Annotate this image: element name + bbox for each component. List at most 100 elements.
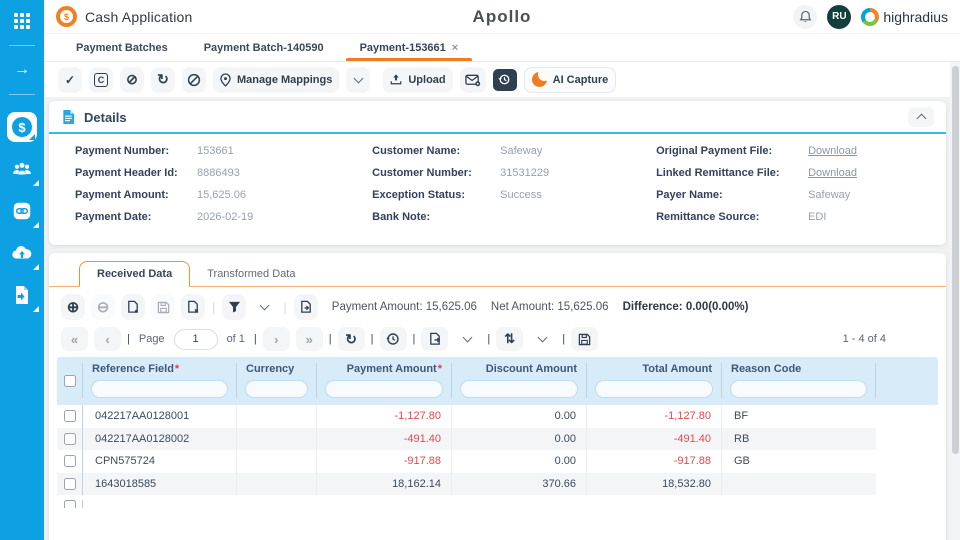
close-tab-icon[interactable]: × — [452, 42, 458, 54]
details-header: Details — [49, 101, 946, 134]
field-label: Payer Name: — [656, 189, 723, 201]
link-icon — [13, 202, 31, 220]
save-grid-button[interactable] — [151, 294, 175, 320]
grid-history-button[interactable] — [379, 327, 407, 351]
refresh-grid-button[interactable]: ↻ — [337, 327, 365, 351]
page-number-input[interactable] — [173, 328, 218, 350]
download-link[interactable]: Download — [808, 145, 857, 158]
chevron-down-icon — [353, 73, 364, 83]
filter-reference-input[interactable] — [91, 380, 228, 398]
row-checkbox[interactable] — [63, 432, 76, 445]
row-checkbox[interactable] — [63, 477, 76, 490]
filter-total-amount-input[interactable] — [595, 380, 713, 398]
received-data-panel: Received Data Transformed Data ⊕ ⊖ | | P… — [49, 253, 946, 540]
table-row[interactable]: 042217AA0128001 -1,127.80 0.00 -1,127.80… — [57, 405, 876, 428]
tab-received-data[interactable]: Received Data — [79, 261, 191, 287]
filter-button[interactable] — [222, 294, 247, 320]
apps-grid-icon[interactable] — [7, 6, 37, 36]
tab-payment-batch-140590[interactable]: Payment Batch-140590 — [186, 34, 342, 61]
first-page-button[interactable]: « — [61, 327, 88, 351]
copy-grid-button[interactable] — [293, 294, 318, 320]
column-header-total-amount[interactable]: Total Amount — [587, 363, 721, 375]
table-row[interactable]: CPN575724 -917.88 0.00 -917.88 GB — [57, 450, 876, 473]
received-data-grid: Reference Field* Currency Payment Amount… — [57, 357, 938, 508]
block-button[interactable] — [182, 66, 206, 93]
next-page-button[interactable]: › — [262, 327, 290, 351]
sidebar-item-document-export[interactable] — [7, 280, 39, 312]
field-label: Customer Name: — [372, 145, 461, 157]
highradius-logo: highradius — [861, 7, 948, 26]
page-scrollbar[interactable] — [950, 62, 960, 540]
notifications-button[interactable] — [793, 4, 818, 29]
prev-page-button[interactable]: ‹ — [94, 327, 121, 351]
cell-payment-amount: -491.40 — [317, 427, 452, 450]
delete-rows-button[interactable] — [181, 294, 205, 320]
row-checkbox[interactable] — [63, 500, 76, 508]
approve-button[interactable]: ✓ — [58, 66, 82, 93]
column-header-reason-code[interactable]: Reason Code — [722, 363, 875, 375]
sort-dropdown[interactable] — [529, 327, 556, 351]
table-row[interactable]: 042217AA0128002 -491.40 0.00 -491.40 RB — [57, 427, 876, 450]
email-button[interactable] — [459, 66, 486, 93]
document-plus-icon — [128, 300, 138, 313]
sort-button[interactable]: ⇅ — [496, 327, 524, 351]
expand-sidebar-icon[interactable]: → — [7, 55, 37, 85]
filter-currency-input[interactable] — [245, 380, 308, 398]
tab-payment-153661[interactable]: Payment-153661 × — [342, 34, 477, 61]
field-label: Payment Amount: — [75, 189, 169, 201]
column-header-payment-amount[interactable]: Payment Amount* — [317, 363, 451, 375]
sidebar-item-cash-app[interactable]: $ — [7, 112, 37, 142]
last-page-button[interactable]: » — [295, 327, 323, 351]
user-avatar[interactable]: RU — [827, 4, 852, 29]
sidebar-item-link[interactable] — [7, 196, 39, 228]
filter-dropdown[interactable] — [252, 294, 276, 320]
field-value: EDI — [808, 211, 827, 223]
app-title: Cash Application — [85, 8, 193, 25]
collapse-details-button[interactable] — [908, 107, 934, 127]
ai-capture-button[interactable]: AI Capture — [523, 66, 617, 93]
duplicate-row-button[interactable] — [121, 294, 145, 320]
block-icon — [187, 73, 201, 86]
sidebar-item-customers[interactable] — [7, 154, 39, 186]
download-link[interactable]: Download — [808, 167, 857, 180]
upload-button[interactable]: Upload — [383, 66, 453, 93]
envelope-gear-icon — [464, 74, 480, 86]
filter-discount-amount-input[interactable] — [460, 380, 578, 398]
field-label: Payment Number: — [75, 145, 170, 157]
manage-mappings-button[interactable]: Manage Mappings — [213, 66, 340, 93]
export-button[interactable] — [421, 327, 449, 351]
field-value: 15,625.06 — [197, 189, 246, 201]
document-icon — [63, 109, 75, 125]
filter-payment-amount-input[interactable] — [325, 380, 443, 398]
filter-reason-code-input[interactable] — [730, 380, 867, 398]
history-button[interactable] — [492, 68, 517, 91]
manage-mappings-dropdown[interactable] — [346, 66, 371, 93]
scrollbar-thumb[interactable] — [951, 66, 959, 454]
add-row-button[interactable]: ⊕ — [61, 294, 85, 320]
reprocess-button[interactable]: ↻ — [151, 66, 175, 93]
tab-transformed-data[interactable]: Transformed Data — [190, 262, 312, 286]
field-label: Payment Header Id: — [75, 167, 178, 179]
row-checkbox[interactable] — [63, 410, 76, 423]
table-row-partial[interactable] — [57, 495, 876, 508]
column-header-reference-field[interactable]: Reference Field* — [83, 363, 236, 375]
cell-discount-amount: 370.66 — [452, 472, 587, 495]
column-header-currency[interactable]: Currency — [237, 363, 316, 375]
sidebar-item-cloud-upload[interactable] — [7, 238, 39, 270]
export-dropdown[interactable] — [454, 327, 481, 351]
save-layout-button[interactable] — [571, 327, 599, 351]
no-edit-button[interactable]: ⊘ — [120, 66, 144, 93]
document-export-icon — [16, 286, 28, 304]
copy-button[interactable]: C — [89, 66, 113, 93]
tab-payment-batches[interactable]: Payment Batches — [58, 34, 186, 61]
remove-row-button[interactable]: ⊖ — [91, 294, 115, 320]
plus-circle-icon: ⊕ — [66, 299, 80, 316]
refresh-icon: ↻ — [157, 71, 169, 87]
cell-reference: 042217AA0128001 — [83, 405, 237, 428]
field-label: Exception Status: — [372, 189, 466, 201]
row-checkbox[interactable] — [63, 455, 76, 468]
select-all-checkbox[interactable] — [63, 374, 76, 387]
column-header-discount-amount[interactable]: Discount Amount — [452, 363, 586, 375]
table-row[interactable]: 1643018585 18,162.14 370.66 18,532.80 — [57, 472, 876, 495]
row-range-label: 1 - 4 of 4 — [842, 333, 886, 345]
